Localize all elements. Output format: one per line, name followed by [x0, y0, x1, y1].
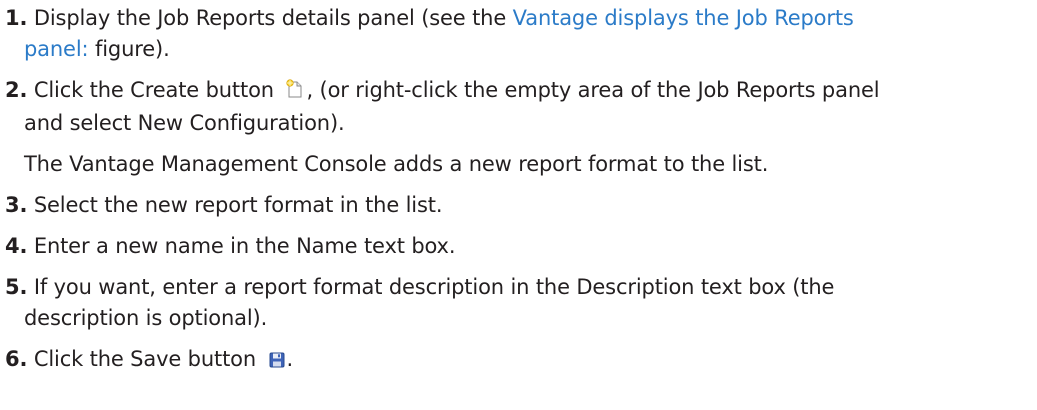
- step-text: Click the Create button: [27, 78, 281, 102]
- step-text: Select the new report format in the list…: [27, 193, 443, 217]
- step-6: 6. Click the Save button .: [5, 344, 1030, 377]
- step-text: .: [286, 347, 294, 371]
- save-disk-icon: [269, 346, 285, 377]
- step-continuation: description is optional).: [24, 306, 268, 330]
- step-text: Display the Job Reports details panel (s…: [27, 6, 513, 30]
- step-text: If you want, enter a report format descr…: [27, 275, 835, 299]
- step-number: 6.: [5, 347, 28, 371]
- step-number: 4.: [5, 234, 28, 258]
- step-text: Click the Save button: [27, 347, 263, 371]
- step-3: 3. Select the new report format in the l…: [5, 190, 1030, 221]
- figure-link-continuation[interactable]: panel:: [24, 37, 89, 61]
- step-number: 5.: [5, 275, 28, 299]
- step-text: figure).: [88, 37, 170, 61]
- step-result: The Vantage Management Console adds a ne…: [24, 152, 769, 176]
- figure-link[interactable]: Vantage displays the Job Reports: [513, 6, 854, 30]
- step-number: 1.: [5, 6, 28, 30]
- step-continuation: and select New Configuration).: [24, 111, 345, 135]
- step-2: 2. Click the Create button , (or right-c…: [5, 75, 1030, 180]
- step-1: 1. Display the Job Reports details panel…: [5, 3, 1030, 65]
- new-document-icon: [286, 77, 304, 108]
- step-4: 4. Enter a new name in the Name text box…: [5, 231, 1030, 262]
- step-number: 2.: [5, 78, 28, 102]
- procedure-steps: 1. Display the Job Reports details panel…: [5, 0, 1030, 377]
- step-5: 5. If you want, enter a report format de…: [5, 272, 1030, 334]
- step-text: , (or right-click the empty area of the …: [306, 78, 880, 102]
- step-text: Enter a new name in the Name text box.: [27, 234, 456, 258]
- step-number: 3.: [5, 193, 28, 217]
